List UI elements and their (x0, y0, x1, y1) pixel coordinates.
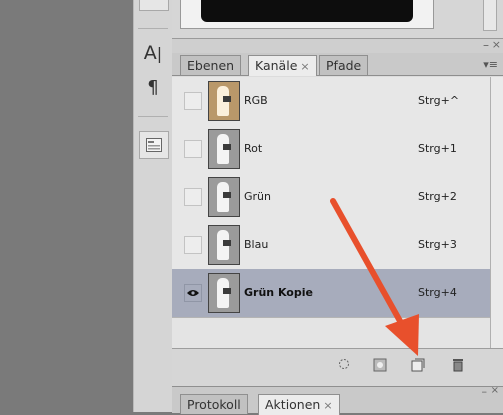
collapse-icon[interactable]: – (483, 38, 489, 52)
channel-row[interactable]: Grün Strg+2 (172, 173, 491, 222)
character-panel-icon[interactable]: A | (139, 40, 167, 66)
new-channel-icon[interactable] (410, 358, 426, 374)
channel-name: Rot (244, 142, 263, 155)
channel-row[interactable]: Blau Strg+3 (172, 221, 491, 270)
navigator-preview[interactable] (180, 0, 434, 29)
navigator-panel (172, 0, 503, 39)
channel-shortcut: Strg+1 (418, 142, 457, 155)
channel-thumbnail (208, 225, 240, 265)
channels-panel: – × Ebenen Kanäle × Pfade ▾≡ RGB Strg+^ R… (172, 38, 503, 386)
panel-dock-strip: A | ¶ (133, 0, 173, 412)
channel-list: RGB Strg+^ Rot Strg+1 Grün Strg+2 Blau S… (172, 77, 491, 348)
channel-shortcut: Strg+4 (418, 286, 457, 299)
preview-image (201, 0, 413, 22)
channel-thumbnail (208, 129, 240, 169)
navigator-scrollbar[interactable] (483, 0, 497, 31)
channel-row[interactable]: RGB Strg+^ (172, 77, 491, 126)
channel-list-scrollbar[interactable] (490, 77, 503, 348)
divider (138, 116, 168, 117)
tab-label: Protokoll (187, 397, 241, 412)
eye-icon[interactable] (184, 284, 202, 302)
collapse-icon[interactable]: – (482, 385, 488, 398)
channel-row[interactable]: Rot Strg+1 (172, 125, 491, 174)
visibility-toggle[interactable] (184, 92, 202, 110)
visibility-toggle[interactable] (184, 188, 202, 206)
tab-pfade[interactable]: Pfade (319, 55, 369, 75)
tab-close-icon[interactable]: × (300, 60, 309, 73)
channel-name: Grün Kopie (244, 286, 313, 299)
panel-tabs: Ebenen Kanäle × Pfade ▾≡ (172, 53, 503, 76)
tab-ebenen[interactable]: Ebenen (180, 55, 242, 75)
channel-thumbnail (208, 273, 240, 313)
channel-shortcut: Strg+2 (418, 190, 457, 203)
panel-menu-icon[interactable]: ▾≡ (483, 58, 498, 71)
channel-name: RGB (244, 94, 268, 107)
dock-button[interactable] (139, 0, 169, 11)
history-actions-panel: – × Protokoll Aktionen × (172, 385, 503, 415)
tab-protokoll[interactable]: Protokoll (180, 394, 248, 414)
channel-shortcut: Strg+^ (418, 94, 460, 107)
panel-header: – × (172, 38, 503, 53)
tab-label: Kanäle (255, 58, 298, 73)
channel-row-selected[interactable]: Grün Kopie Strg+4 (172, 269, 491, 318)
visibility-toggle[interactable] (184, 236, 202, 254)
tab-close-icon[interactable]: × (323, 399, 332, 412)
save-selection-icon[interactable] (372, 358, 388, 374)
close-icon[interactable]: × (492, 38, 501, 51)
tab-label: Aktionen (265, 397, 321, 412)
channel-thumbnail (208, 177, 240, 217)
channel-shortcut: Strg+3 (418, 238, 457, 251)
channel-thumbnail (208, 81, 240, 121)
divider (138, 28, 168, 29)
visibility-toggle[interactable] (184, 140, 202, 158)
channels-footer (172, 348, 503, 386)
channel-name: Grün (244, 190, 271, 203)
delete-channel-icon[interactable] (450, 358, 466, 374)
tab-kanaele[interactable]: Kanäle × (248, 55, 317, 76)
load-selection-icon[interactable] (336, 358, 352, 374)
close-icon[interactable]: × (491, 385, 499, 396)
paragraph-panel-icon[interactable]: ¶ (139, 74, 167, 100)
info-panel-icon[interactable] (139, 131, 169, 159)
channel-name: Blau (244, 238, 269, 251)
tab-label: Ebenen (187, 58, 235, 73)
tab-label: Pfade (326, 58, 362, 73)
